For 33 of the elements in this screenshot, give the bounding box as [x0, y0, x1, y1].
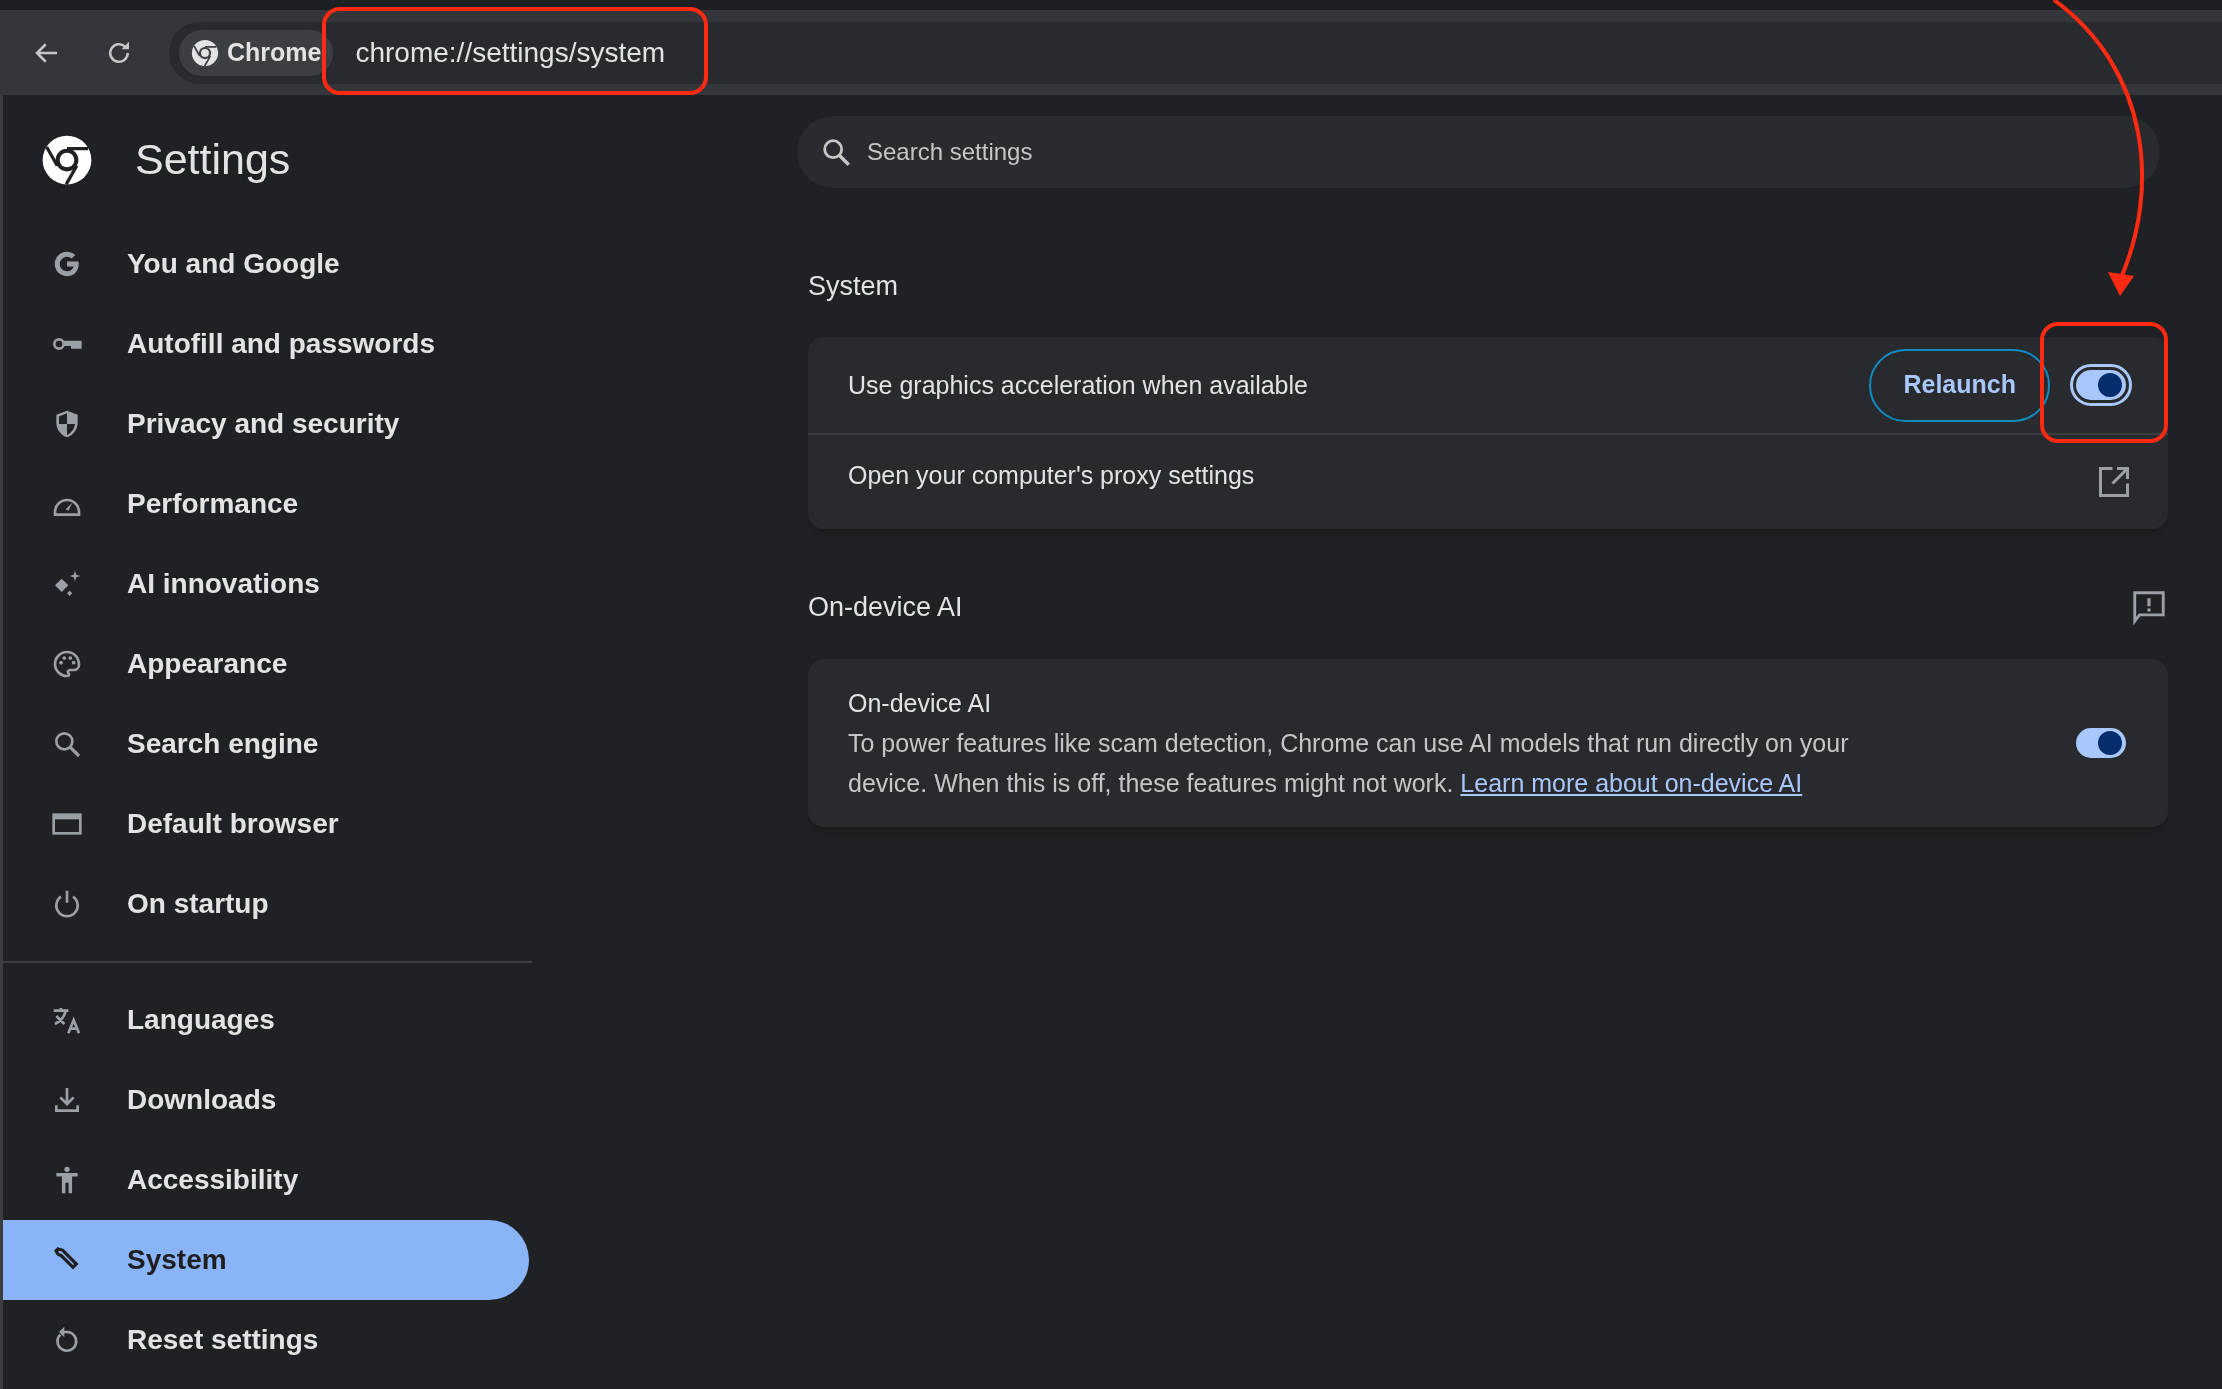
- chrome-logo-icon: [41, 133, 93, 186]
- menu-item-icon: [51, 648, 83, 680]
- sidebar-item[interactable]: System: [3, 1220, 529, 1300]
- sidebar-item[interactable]: Reset settings: [3, 1300, 529, 1380]
- learn-more-link[interactable]: Learn more about on-device AI: [1460, 769, 1803, 797]
- feedback-icon[interactable]: [2130, 588, 2168, 626]
- sidebar-item[interactable]: AI innovations: [3, 544, 529, 624]
- sidebar-item[interactable]: Default browser: [3, 784, 529, 864]
- setting-description: To power features like scam detection, Chrome can use AI models that run directly on your device. When this is off, these features might not work. Learn more about on-device AI: [848, 728, 1850, 799]
- chrome-logo-icon: [191, 38, 219, 67]
- search-field[interactable]: Search settings: [797, 116, 2160, 188]
- sidebar-item[interactable]: Languages: [3, 980, 529, 1060]
- relaunch-button[interactable]: Relaunch: [1869, 348, 2050, 422]
- section-heading: System: [808, 269, 899, 303]
- sidebar-item[interactable]: Performance: [3, 464, 529, 544]
- site-chip[interactable]: Chrome: [179, 29, 334, 76]
- toggle-switch[interactable]: [2070, 364, 2132, 406]
- url-text: chrome://settings/system: [355, 35, 666, 70]
- address-bar[interactable]: Chrome chrome://settings/system: [169, 21, 2222, 84]
- sidebar-item[interactable]: Appearance: [3, 624, 529, 704]
- settings-title: Settings: [135, 134, 291, 186]
- section-heading: On-device AI: [808, 590, 963, 624]
- setting-label: Use graphics acceleration when available: [848, 370, 1309, 401]
- sidebar-item[interactable]: Privacy and security: [3, 384, 529, 464]
- sidebar-item[interactable]: Autofill and passwords: [3, 304, 529, 384]
- sidebar-item[interactable]: You and Google: [3, 224, 529, 304]
- external-link-icon[interactable]: [2096, 464, 2132, 500]
- setting-label: On-device AI: [848, 688, 993, 719]
- setting-label: Open your computer's proxy settings: [848, 460, 1255, 491]
- sidebar-item[interactable]: On startup: [3, 864, 529, 944]
- sidebar-item[interactable]: Downloads: [3, 1060, 529, 1140]
- sidebar-item[interactable]: Accessibility: [3, 1140, 529, 1220]
- sidebar-item[interactable]: Search engine: [3, 704, 529, 784]
